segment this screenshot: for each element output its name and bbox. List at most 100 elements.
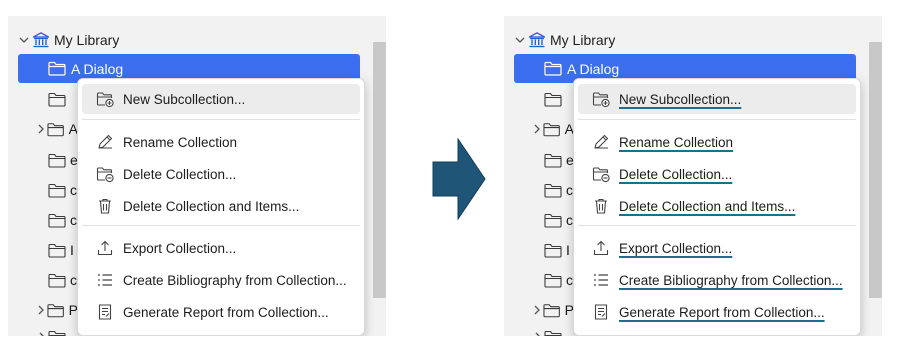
menu-item-delete-collection-and-items[interactable]: Delete Collection and Items... xyxy=(82,191,360,221)
chevron-right-icon[interactable] xyxy=(532,331,544,336)
tree-item[interactable]: c xyxy=(514,264,574,296)
menu-separator xyxy=(82,225,360,226)
menu-item-new-subcollection[interactable]: New Subcollection... xyxy=(82,84,360,114)
tree-root-my-library[interactable]: My Library xyxy=(514,30,615,50)
menu-item-label: Generate Report from Collection... xyxy=(123,304,329,320)
folder-icon xyxy=(544,61,562,76)
tree-item-label: c xyxy=(70,212,77,228)
folder-icon xyxy=(48,153,66,168)
tree-item-label: A Dialog xyxy=(567,60,620,77)
folder-icon xyxy=(543,303,561,317)
library-icon xyxy=(32,32,50,48)
new-collection-icon xyxy=(96,92,114,108)
menu-item-export-collection[interactable]: Export Collection... xyxy=(578,233,856,263)
menu-separator xyxy=(578,225,856,226)
tree-item-label: c xyxy=(566,272,573,288)
menu-item-label: Delete Collection... xyxy=(123,166,237,182)
tree-item[interactable] xyxy=(18,321,78,336)
tree-item-label: A Dialog xyxy=(71,60,124,77)
library-panel-after: My Library A Dialog A e c c I c P New Su… xyxy=(504,16,882,336)
chevron-right-icon[interactable] xyxy=(35,304,47,316)
folder-icon xyxy=(48,61,66,76)
folder-icon xyxy=(544,153,562,168)
chevron-down-icon[interactable] xyxy=(18,34,30,46)
menu-item-label: Rename Collection xyxy=(123,134,238,150)
menu-item-generate-report[interactable]: Generate Report from Collection... xyxy=(578,297,856,327)
bibliography-icon xyxy=(98,274,112,286)
menu-item-create-bibliography[interactable]: Create Bibliography from Collection... xyxy=(578,265,856,295)
context-menu: New Subcollection... Rename Collection D… xyxy=(77,78,365,336)
tree-item-label: I xyxy=(566,242,570,258)
folder-icon xyxy=(47,303,65,317)
scrollbar[interactable] xyxy=(869,42,882,298)
tree-item[interactable]: c xyxy=(18,204,78,236)
folder-icon xyxy=(48,183,66,198)
folder-icon xyxy=(544,213,562,228)
folder-icon xyxy=(47,122,65,136)
tree-item[interactable]: e xyxy=(514,144,574,176)
report-icon xyxy=(98,304,112,320)
export-icon xyxy=(97,240,113,256)
trash-icon xyxy=(99,198,111,214)
menu-item-generate-report[interactable]: Generate Report from Collection... xyxy=(82,297,360,327)
chevron-right-icon[interactable] xyxy=(531,123,543,135)
tree-root-my-library[interactable]: My Library xyxy=(18,30,119,50)
folder-icon xyxy=(544,243,562,258)
tree-item[interactable]: A xyxy=(514,113,574,145)
menu-item-label: Create Bibliography from Collection... xyxy=(123,272,347,288)
menu-item-rename-collection[interactable]: Rename Collection xyxy=(578,127,856,157)
menu-item-label: Delete Collection... xyxy=(619,166,733,182)
menu-item-label: Export Collection... xyxy=(123,240,237,256)
folder-icon xyxy=(544,273,562,288)
chevron-right-icon[interactable] xyxy=(35,123,47,135)
delete-collection-icon xyxy=(592,167,610,183)
bibliography-icon xyxy=(594,274,608,286)
tree-item[interactable]: c xyxy=(514,174,574,206)
folder-icon xyxy=(544,330,562,336)
delete-collection-icon xyxy=(96,167,114,183)
tree-item[interactable]: I xyxy=(18,234,78,266)
tree-item[interactable] xyxy=(514,83,574,115)
tree-item[interactable]: A xyxy=(18,113,78,145)
arrow-right-icon xyxy=(432,138,486,220)
menu-item-rename-collection[interactable]: Rename Collection xyxy=(82,127,360,157)
tree-item[interactable]: c xyxy=(514,204,574,236)
folder-icon xyxy=(544,183,562,198)
report-icon xyxy=(594,304,608,320)
tree-root-label: My Library xyxy=(54,32,120,48)
folder-icon xyxy=(48,92,66,107)
tree-item[interactable]: e xyxy=(18,144,78,176)
pencil-icon xyxy=(98,134,113,149)
folder-icon xyxy=(543,122,561,136)
menu-item-label: Create Bibliography from Collection... xyxy=(619,272,843,288)
chevron-right-icon[interactable] xyxy=(531,304,543,316)
scrollbar[interactable] xyxy=(373,42,386,298)
folder-icon xyxy=(48,330,66,336)
chevron-down-icon[interactable] xyxy=(514,34,526,46)
tree-item[interactable] xyxy=(514,321,574,336)
tree-item-label: c xyxy=(70,272,77,288)
tree-root-label: My Library xyxy=(550,32,616,48)
menu-item-export-collection[interactable]: Export Collection... xyxy=(82,233,360,263)
tree-item[interactable]: c xyxy=(18,264,78,296)
folder-icon xyxy=(48,273,66,288)
folder-icon xyxy=(544,92,562,107)
tree-item[interactable]: I xyxy=(514,234,574,266)
menu-item-label: New Subcollection... xyxy=(619,91,742,107)
menu-item-new-subcollection[interactable]: New Subcollection... xyxy=(578,84,856,114)
trash-icon xyxy=(595,198,607,214)
folder-icon xyxy=(48,213,66,228)
menu-item-label: New Subcollection... xyxy=(123,91,246,107)
tree-item-label: c xyxy=(566,182,573,198)
menu-item-create-bibliography[interactable]: Create Bibliography from Collection... xyxy=(82,265,360,295)
tree-item[interactable]: c xyxy=(18,174,78,206)
menu-item-label: Export Collection... xyxy=(619,240,733,256)
folder-icon xyxy=(48,243,66,258)
chevron-right-icon[interactable] xyxy=(36,331,48,336)
menu-item-delete-collection-and-items[interactable]: Delete Collection and Items... xyxy=(578,191,856,221)
tree-item-label: I xyxy=(70,242,74,258)
tree-item[interactable] xyxy=(18,83,78,115)
menu-item-label: Delete Collection and Items... xyxy=(123,198,300,214)
menu-item-delete-collection[interactable]: Delete Collection... xyxy=(82,159,360,189)
menu-item-delete-collection[interactable]: Delete Collection... xyxy=(578,159,856,189)
